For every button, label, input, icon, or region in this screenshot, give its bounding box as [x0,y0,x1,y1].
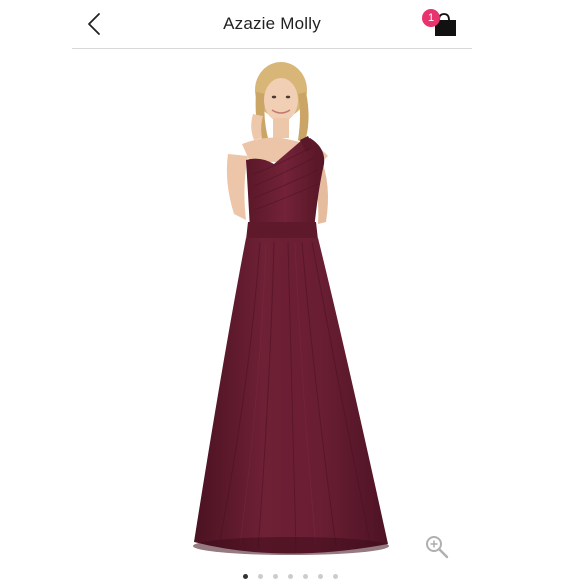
zoom-in-icon [426,536,449,559]
product-detail-screen: Azazie Molly 1 [0,0,580,580]
pager-dot[interactable] [287,574,293,579]
pager-dot[interactable] [272,574,278,579]
top-navigation-bar: Azazie Molly 1 [72,0,472,49]
image-pager [0,574,580,580]
cart-count-badge: 1 [422,9,440,27]
pager-dot[interactable] [242,574,248,579]
product-photo[interactable] [150,52,440,560]
model-left-arm [226,154,248,220]
page-title: Azazie Molly [223,14,321,33]
dress-waistband [246,222,318,240]
pager-dot[interactable] [317,574,323,579]
model-face [264,78,298,122]
dress-skirt [194,238,388,554]
pager-dot[interactable] [257,574,263,579]
pager-dot[interactable] [332,574,338,579]
zoom-button[interactable] [424,534,450,560]
pager-dot[interactable] [302,574,308,579]
